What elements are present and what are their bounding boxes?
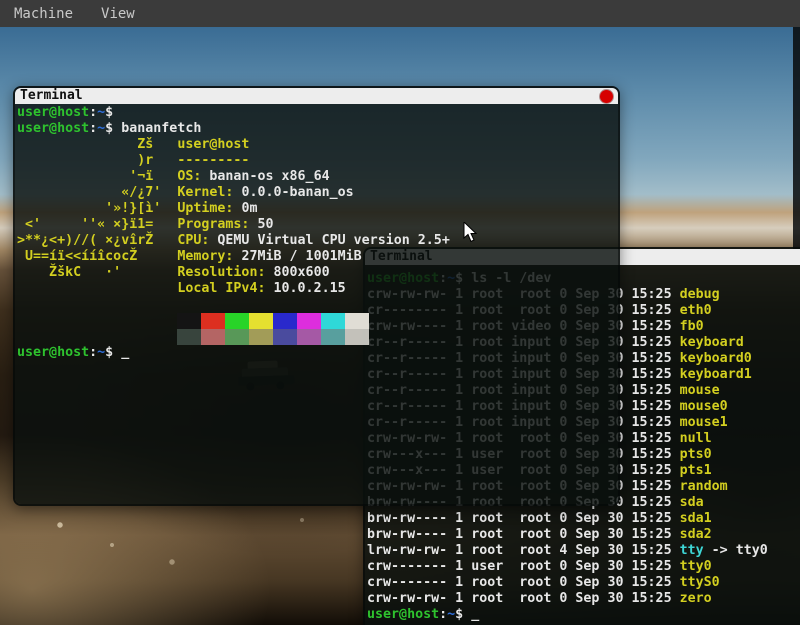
command-line: user@host:~$ bananfetch — [17, 121, 618, 137]
color-swatch — [249, 313, 273, 329]
dev-listing-row: lrw-rw-rw- 1 root root 4 Sep 30 15:25 tt… — [367, 543, 800, 559]
blank-line — [17, 297, 618, 313]
dev-listing-row: crw------- 1 root root 0 Sep 30 15:25 tt… — [367, 575, 800, 591]
menu-view[interactable]: View — [101, 6, 135, 22]
prompt-line: user@host:~$ — [17, 105, 618, 121]
color-swatch — [177, 313, 201, 329]
terminal1-output[interactable]: user@host:~$ user@host:~$ bananfetch Zš … — [15, 104, 618, 504]
fetch-line: '»!}[ì' Uptime: 0m — [17, 201, 618, 217]
mouse-cursor — [463, 222, 479, 244]
prompt-line: user@host:~$ _ — [367, 607, 800, 623]
fetch-line: '¬ï OS: banan-os x86_64 — [17, 169, 618, 185]
terminal1-title-bar[interactable]: Terminal — [15, 88, 618, 104]
color-swatch — [273, 313, 297, 329]
prompt-line: user@host:~$ _ — [17, 345, 618, 361]
color-swatch — [345, 329, 369, 345]
terminal1-title: Terminal — [20, 88, 83, 104]
fetch-line: <' ''« ×}ï1= Programs: 50 — [17, 217, 618, 233]
color-swatch — [273, 329, 297, 345]
color-swatch — [225, 329, 249, 345]
vm-menu-bar: Machine View — [0, 0, 800, 27]
terminal-window-foreground: Terminal user@host:~$ user@host:~$ banan… — [13, 86, 620, 506]
color-swatch — [225, 313, 249, 329]
fetch-line: U==íï<<ííîcocŽ Memory: 27MiB / 1001MiB — [17, 249, 618, 265]
color-swatch — [177, 329, 201, 345]
fetch-line: >**¿<+)//( ×¿vîrŽ CPU: QEMU Virtual CPU … — [17, 233, 618, 249]
color-swatch — [201, 313, 225, 329]
color-strip-row — [17, 329, 618, 345]
color-swatch — [297, 313, 321, 329]
color-swatch — [297, 329, 321, 345]
fetch-line: ŽškC ·' Resolution: 800x600 — [17, 265, 618, 281]
color-swatch — [321, 329, 345, 345]
color-strip-row — [17, 313, 618, 329]
color-swatch — [249, 329, 273, 345]
fetch-line: «/¿7' Kernel: 0.0.0-banan_os — [17, 185, 618, 201]
color-swatch — [345, 313, 369, 329]
vm-screen: Machine View Terminal user@host:~$ ls -l… — [0, 0, 800, 625]
dev-listing-row: brw-rw---- 1 root root 0 Sep 30 15:25 sd… — [367, 527, 800, 543]
fetch-line: Zš user@host — [17, 137, 618, 153]
dev-listing-row: crw------- 1 user root 0 Sep 30 15:25 tt… — [367, 559, 800, 575]
close-button[interactable] — [600, 90, 613, 103]
fetch-line: Local IPv4: 10.0.2.15 — [17, 281, 618, 297]
wallpaper-dark-edge — [793, 27, 800, 252]
color-swatch — [321, 313, 345, 329]
dev-listing-row: brw-rw---- 1 root root 0 Sep 30 15:25 sd… — [367, 511, 800, 527]
dev-listing-row: crw-rw-rw- 1 root root 0 Sep 30 15:25 ze… — [367, 591, 800, 607]
fetch-line: )r --------- — [17, 153, 618, 169]
color-swatch — [201, 329, 225, 345]
menu-machine[interactable]: Machine — [14, 6, 73, 22]
